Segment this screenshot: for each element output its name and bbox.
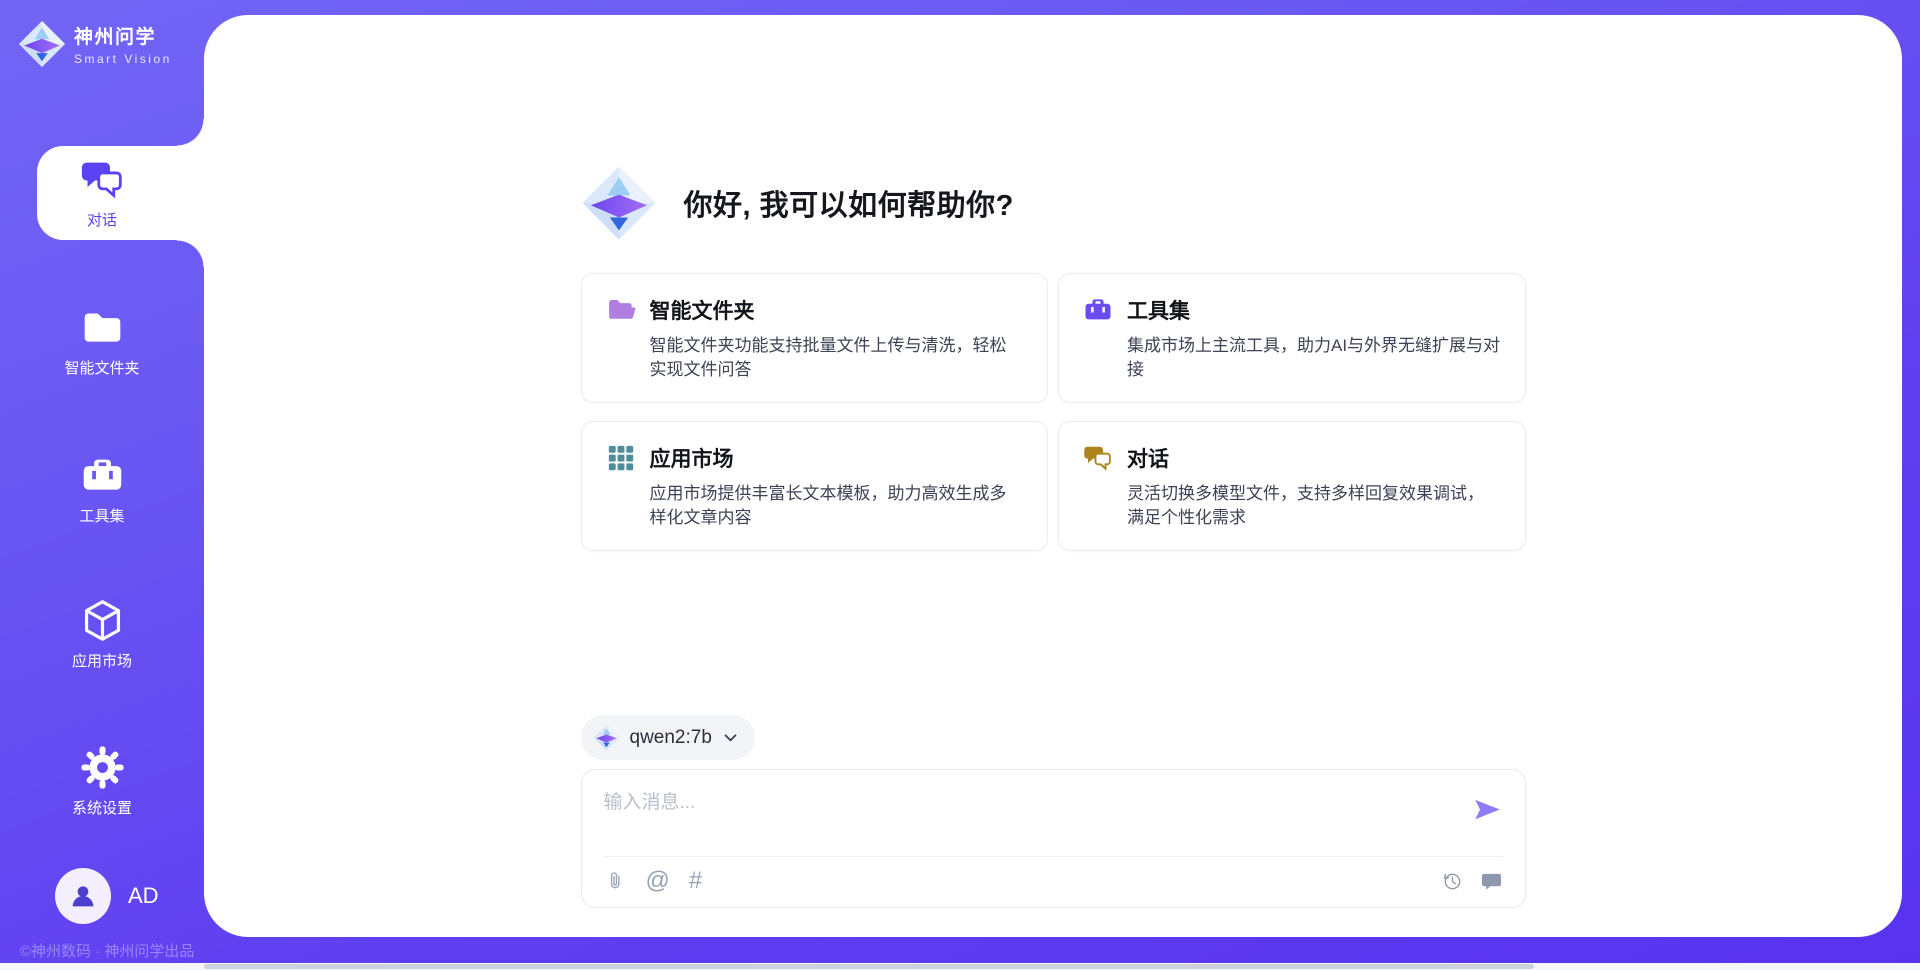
- gear-icon: [80, 745, 125, 790]
- message-composer: @ #: [581, 769, 1526, 908]
- user-account[interactable]: AD: [55, 868, 159, 924]
- app-window: 神州问学 Smart Vision 对话 智能文件夹 工具集 应用市场 系统设置: [0, 0, 1920, 970]
- history-button[interactable]: [1440, 870, 1463, 893]
- copyright-text: ©神州数码 · 神州问学出品: [20, 940, 194, 961]
- sidebar-item-label: 对话: [87, 209, 117, 230]
- composer-toolbar: @ #: [604, 855, 1503, 907]
- card-smart-folder[interactable]: 智能文件夹 智能文件夹功能支持批量文件上传与清洗，轻松实现文件问答: [581, 273, 1049, 403]
- brand-diamond-icon: [18, 20, 66, 68]
- card-description: 应用市场提供丰富长文本模板，助力高效生成多样化文章内容: [650, 482, 1024, 530]
- sidebar-item-label: 系统设置: [72, 797, 132, 818]
- clock-history-icon: [1440, 870, 1463, 893]
- chat-bubble-icon: [1480, 870, 1503, 893]
- card-description: 灵活切换多模型文件，支持多样回复效果调试，满足个性化需求: [1127, 482, 1501, 530]
- sidebar-item-label: 智能文件夹: [64, 357, 139, 378]
- sidebar-item-label: 应用市场: [72, 650, 132, 671]
- model-selector[interactable]: qwen2:7b: [581, 715, 755, 760]
- horizontal-scrollbar[interactable]: [0, 963, 1920, 970]
- app-name: 神州问学: [74, 22, 172, 49]
- app-subtitle: Smart Vision: [74, 52, 172, 66]
- send-button[interactable]: [1472, 794, 1503, 825]
- tab-curve-bottom: [177, 240, 204, 267]
- brand-diamond-icon: [581, 165, 657, 241]
- card-toolset[interactable]: 工具集 集成市场上主流工具，助力AI与外界无缝扩展与对接: [1058, 273, 1526, 403]
- cube-icon: [80, 598, 125, 643]
- message-input[interactable]: [604, 786, 1424, 820]
- card-description: 集成市场上主流工具，助力AI与外界无缝扩展与对接: [1127, 334, 1501, 382]
- briefcase-icon: [80, 453, 125, 498]
- briefcase-icon: [1083, 295, 1113, 325]
- conversation-button[interactable]: [1480, 870, 1503, 893]
- user-name: AD: [128, 883, 159, 909]
- greeting-block: 你好, 我可以如何帮助你?: [581, 165, 1014, 241]
- card-app-market[interactable]: 应用市场 应用市场提供丰富长文本模板，助力高效生成多样化文章内容: [581, 421, 1049, 551]
- sidebar-item-chat[interactable]: 对话: [0, 146, 204, 240]
- scrollbar-thumb[interactable]: [204, 964, 1534, 969]
- paperclip-icon: [604, 870, 627, 893]
- sidebar-item-smart-folder[interactable]: 智能文件夹: [0, 294, 204, 388]
- chat-icon: [1083, 443, 1113, 473]
- feature-cards: 智能文件夹 智能文件夹功能支持批量文件上传与清洗，轻松实现文件问答 工具集 集成…: [581, 273, 1526, 551]
- sidebar-item-toolset[interactable]: 工具集: [0, 442, 204, 536]
- mention-button[interactable]: @: [646, 869, 670, 893]
- main-content: 你好, 我可以如何帮助你? 智能文件夹 智能文件夹功能支持批量文件上传与清洗，轻…: [581, 15, 1526, 937]
- card-title: 对话: [1127, 443, 1169, 473]
- sidebar: 神州问学 Smart Vision 对话 智能文件夹 工具集 应用市场 系统设置: [0, 0, 204, 970]
- chevron-down-icon: [722, 729, 739, 746]
- avatar: [55, 868, 111, 924]
- folder-icon: [80, 305, 125, 350]
- card-description: 智能文件夹功能支持批量文件上传与清洗，轻松实现文件问答: [650, 334, 1024, 382]
- sidebar-item-label: 工具集: [79, 505, 124, 526]
- app-logo: 神州问学 Smart Vision: [18, 20, 172, 68]
- send-icon: [1472, 794, 1503, 825]
- card-chat[interactable]: 对话 灵活切换多模型文件，支持多样回复效果调试，满足个性化需求: [1058, 421, 1526, 551]
- card-title: 应用市场: [650, 443, 734, 473]
- card-title: 智能文件夹: [650, 295, 755, 325]
- chat-icon: [80, 157, 125, 202]
- person-icon: [68, 881, 98, 911]
- tab-curve-top: [177, 119, 204, 146]
- model-selector-value: qwen2:7b: [630, 727, 712, 749]
- sidebar-item-settings[interactable]: 系统设置: [0, 734, 204, 828]
- grid-icon: [606, 443, 636, 473]
- folder-open-icon: [606, 295, 636, 325]
- sidebar-item-app-market[interactable]: 应用市场: [0, 587, 204, 681]
- greeting-text: 你好, 我可以如何帮助你?: [684, 182, 1014, 224]
- brand-diamond-icon: [593, 724, 620, 751]
- attach-file-button[interactable]: [604, 870, 627, 893]
- topic-button[interactable]: #: [689, 869, 702, 893]
- card-title: 工具集: [1127, 295, 1190, 325]
- main-panel: 你好, 我可以如何帮助你? 智能文件夹 智能文件夹功能支持批量文件上传与清洗，轻…: [204, 15, 1902, 937]
